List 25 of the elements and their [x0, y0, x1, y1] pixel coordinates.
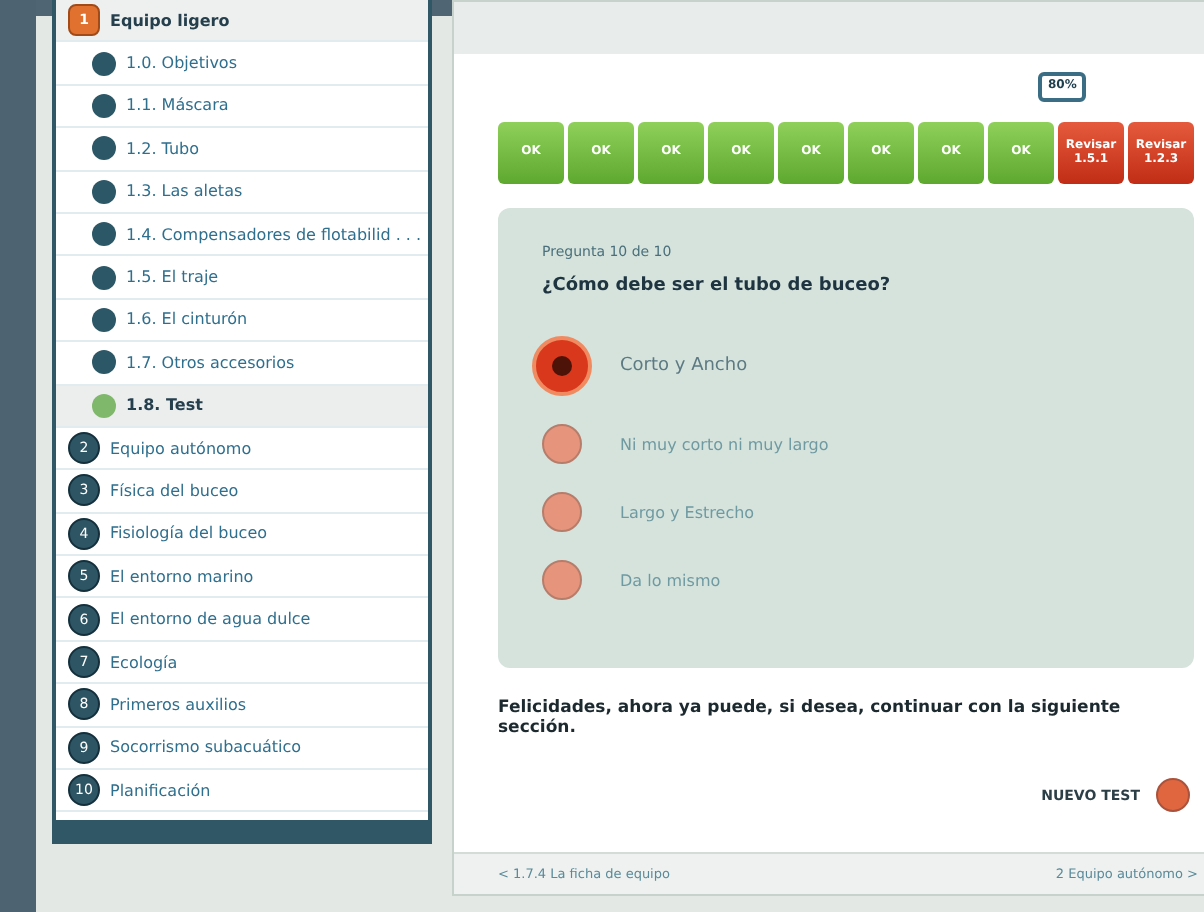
subsection-item[interactable]: 1.3. Las aletas: [56, 171, 428, 214]
bullet-icon: [92, 93, 116, 118]
radio-button[interactable]: [542, 560, 582, 600]
bullet-icon: [92, 265, 116, 290]
radio-button[interactable]: [532, 336, 592, 396]
subsection-item[interactable]: 1.1. Máscara: [56, 85, 428, 129]
subsection-item[interactable]: 1.4. Compensadores de flotabilid . . .: [56, 213, 428, 257]
radio-button[interactable]: [542, 492, 582, 532]
bullet-icon: [92, 393, 116, 418]
subsection-item[interactable]: 1.0. Objetivos: [56, 42, 428, 86]
subsection-item[interactable]: 1.5. El traje: [56, 256, 428, 300]
subsection-item[interactable]: 1.8. Test: [56, 385, 428, 428]
bullet-icon: [92, 136, 116, 161]
bullet-icon: [92, 179, 116, 204]
bullet-icon: [92, 350, 116, 375]
bullet-icon: [92, 222, 116, 247]
bullet-icon: [92, 51, 116, 76]
success-message: Felicidades, ahora ya puede, si desea, continuar con la siguiente sección.: [498, 698, 1123, 739]
radio-button[interactable]: [542, 424, 582, 464]
circle-icon: [1156, 778, 1190, 813]
subsection-item[interactable]: 1.6. El cinturón: [56, 299, 428, 343]
question-text: ¿Cómo debe ser el tubo de buceo?: [542, 276, 893, 296]
answer-label[interactable]: Corto y Ancho: [620, 356, 748, 376]
bullet-icon: [92, 307, 116, 332]
subsection-item[interactable]: 1.2. Tubo: [56, 128, 428, 172]
